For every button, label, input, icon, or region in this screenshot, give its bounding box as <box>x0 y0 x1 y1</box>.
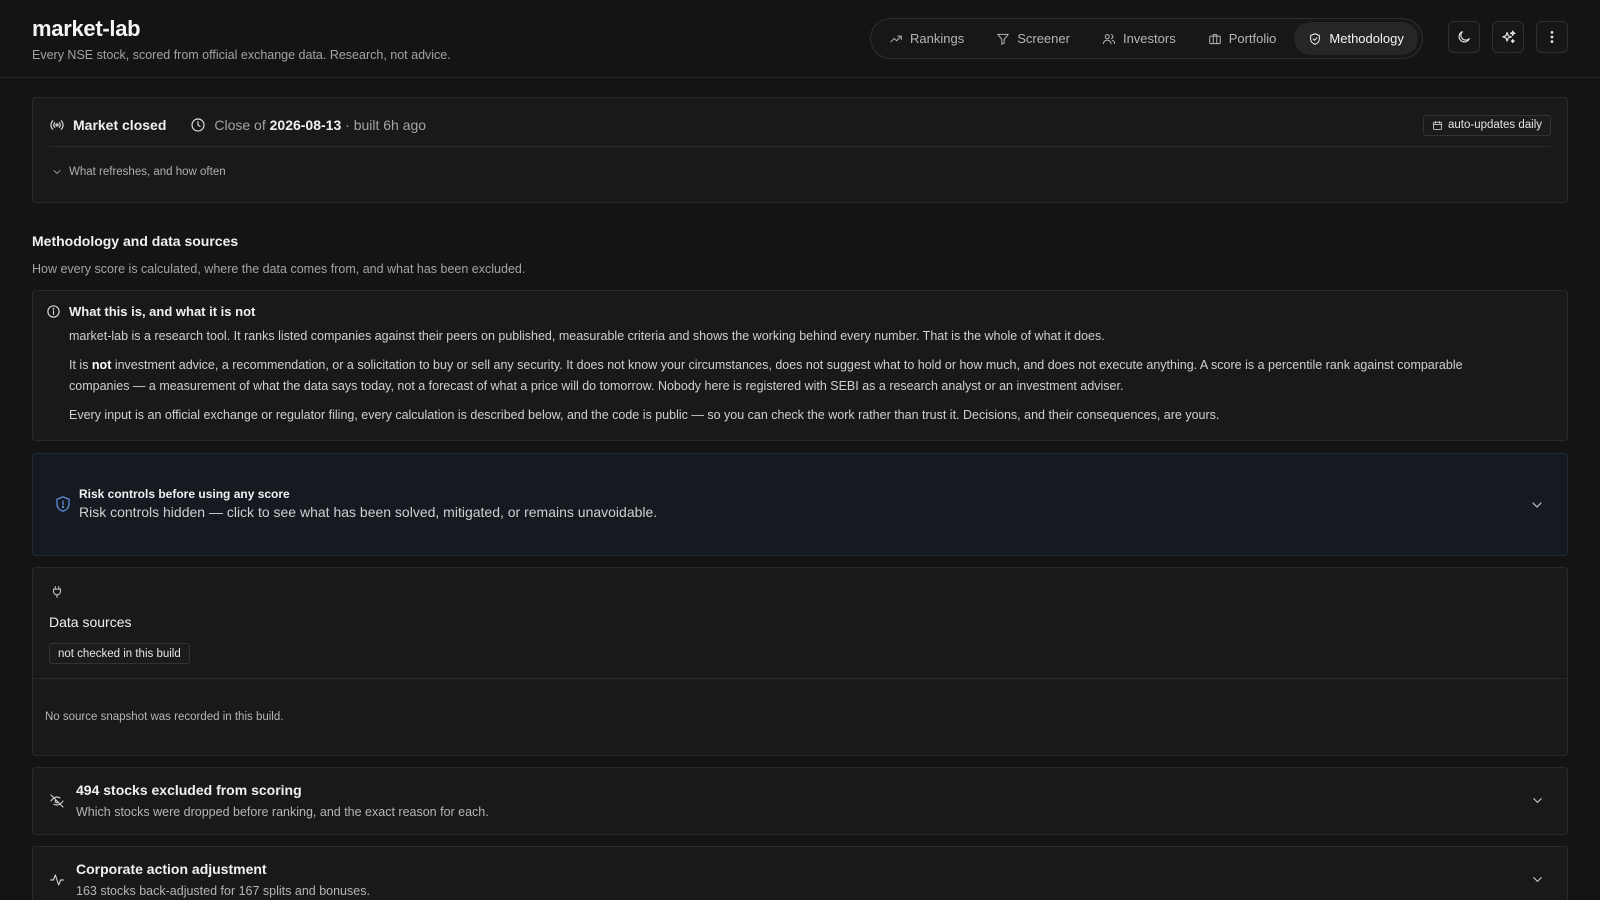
disclaimer-paragraph-1: market-lab is a research tool. It ranks … <box>69 329 1105 343</box>
nav-rankings-label: Rankings <box>910 31 965 46</box>
activity-icon <box>49 872 65 888</box>
auto-update-label: auto-updates daily <box>1448 119 1542 131</box>
data-sources-empty-message: No source snapshot was recorded in this … <box>45 711 284 723</box>
nav-portfolio-label: Portfolio <box>1228 31 1277 46</box>
more-menu-button[interactable] <box>1536 21 1568 53</box>
brand: market-lab Every NSE stock, scored from … <box>32 16 451 62</box>
nav-methodology[interactable]: Methodology <box>1294 22 1418 55</box>
nav-investors-label: Investors <box>1122 31 1176 46</box>
sparkles-button[interactable] <box>1492 21 1524 53</box>
info-icon <box>46 304 61 319</box>
briefcase-icon <box>1208 32 1222 46</box>
risk-controls-title: Risk controls before using any score <box>79 487 290 501</box>
chevron-down-icon[interactable] <box>1530 872 1545 887</box>
main-nav: Rankings Screener Investors Portfolio Me… <box>870 18 1423 59</box>
status-row: Market closed Close of 2026-08-13 · buil… <box>49 114 1551 136</box>
shield-alert-icon <box>54 494 72 514</box>
disclaimer-header: What this is, and what it is not <box>46 304 255 319</box>
excluded-stocks-description: Which stocks were dropped before ranking… <box>76 805 489 819</box>
disclaimer-p2-rest: investment advice, a recommendation, or … <box>69 358 1463 393</box>
users-icon <box>1102 32 1116 46</box>
close-date: 2026-08-13 <box>269 117 342 133</box>
status-divider <box>49 146 1551 147</box>
theme-toggle-button[interactable] <box>1448 21 1480 53</box>
nav-methodology-label: Methodology <box>1329 31 1404 46</box>
clock-icon <box>190 117 206 133</box>
source-check-badge: not checked in this build <box>49 643 190 664</box>
app-subtitle: Every NSE stock, scored from official ex… <box>32 48 451 62</box>
data-sources-card: Data sources not checked in this build N… <box>32 567 1568 756</box>
disclaimer-p2-emphasis: not <box>91 358 112 372</box>
page-description: How every score is calculated, where the… <box>32 262 526 276</box>
close-text: Close of 2026-08-13 · built 6h ago <box>214 117 426 133</box>
app-title[interactable]: market-lab <box>32 16 451 42</box>
filter-icon <box>996 32 1010 46</box>
market-state: Market closed <box>49 117 166 133</box>
corporate-action-description: 163 stocks back-adjusted for 167 splits … <box>76 884 370 898</box>
disclaimer-p2-start: It is <box>69 358 92 372</box>
excluded-stocks-title: 494 stocks excluded from scoring <box>76 782 302 798</box>
corporate-action-card[interactable]: Corporate action adjustment 163 stocks b… <box>32 846 1568 900</box>
more-vertical-icon <box>1544 29 1560 45</box>
close-prefix: Close of <box>214 117 270 133</box>
trending-up-icon <box>889 32 903 46</box>
eye-off-icon <box>49 793 65 809</box>
risk-controls-card[interactable]: Risk controls before using any score Ris… <box>32 453 1568 556</box>
data-sources-title: Data sources <box>49 614 132 630</box>
nav-portfolio[interactable]: Portfolio <box>1194 22 1291 55</box>
disclaimer-card: What this is, and what it is not market-… <box>32 290 1568 441</box>
source-check-label: not checked in this build <box>58 647 181 660</box>
calendar-icon <box>1432 120 1443 131</box>
refresh-details-label: What refreshes, and how often <box>69 166 226 178</box>
nav-screener-label: Screener <box>1017 31 1070 46</box>
sparkles-icon <box>1500 29 1517 46</box>
data-sources-divider <box>33 678 1567 679</box>
nav-screener[interactable]: Screener <box>982 22 1084 55</box>
build-age: · built 6h ago <box>341 117 427 133</box>
nav-investors[interactable]: Investors <box>1088 22 1190 55</box>
corporate-action-title: Corporate action adjustment <box>76 861 267 877</box>
nav-rankings[interactable]: Rankings <box>875 22 978 55</box>
shield-check-icon <box>1308 32 1322 46</box>
refresh-details-toggle[interactable]: What refreshes, and how often <box>51 166 226 178</box>
page-title: Methodology and data sources <box>32 233 239 249</box>
chevron-down-icon[interactable] <box>1529 497 1545 513</box>
auto-update-badge: auto-updates daily <box>1423 114 1551 136</box>
plug-icon <box>50 584 64 600</box>
app-header: market-lab Every NSE stock, scored from … <box>0 0 1600 78</box>
chevron-down-icon[interactable] <box>1530 793 1545 808</box>
risk-controls-text: Risk controls hidden — click to see what… <box>79 504 658 520</box>
market-state-label: Market closed <box>73 117 167 133</box>
market-status-card: Market closed Close of 2026-08-13 · buil… <box>32 97 1568 203</box>
disclaimer-paragraph-3: Every input is an official exchange or r… <box>69 408 1220 422</box>
broadcast-icon <box>49 117 65 133</box>
moon-icon <box>1456 29 1472 45</box>
disclaimer-title: What this is, and what it is not <box>69 304 256 319</box>
close-info: Close of 2026-08-13 · built 6h ago <box>190 117 426 133</box>
disclaimer-paragraph-2: It is not investment advice, a recommend… <box>69 355 1497 397</box>
chevron-down-icon <box>51 166 63 178</box>
excluded-stocks-card[interactable]: 494 stocks excluded from scoring Which s… <box>32 767 1568 835</box>
